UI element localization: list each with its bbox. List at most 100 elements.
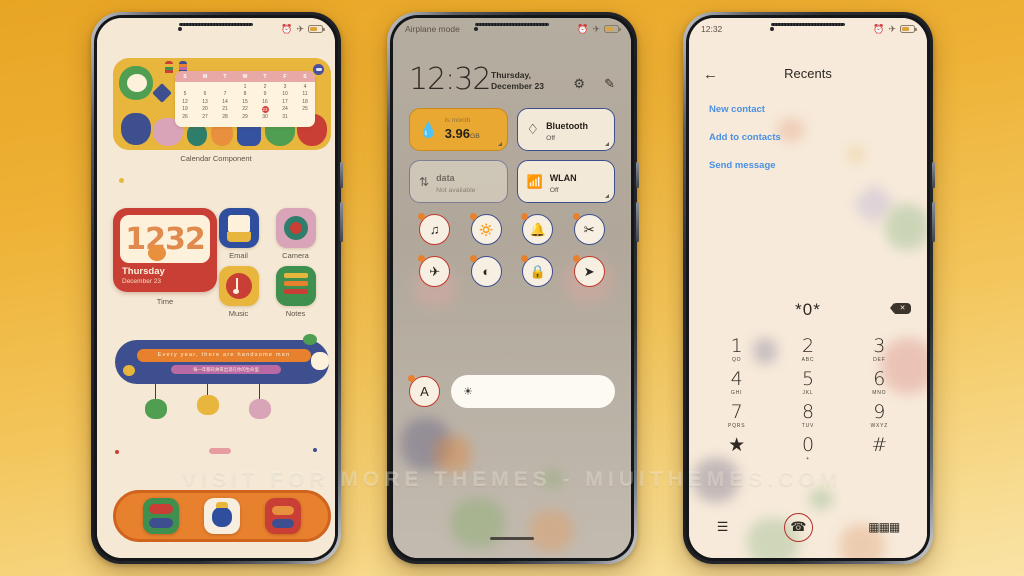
dial-key-4[interactable]: 4 GHI — [701, 369, 772, 397]
dock-browser-icon[interactable] — [265, 498, 302, 534]
dial-key-3[interactable]: 3 DEF — [844, 335, 915, 364]
calendar-day-empty: . — [175, 84, 195, 92]
calendar-day[interactable]: 6 — [195, 91, 215, 99]
calendar-day[interactable]: 22 — [235, 106, 255, 114]
app-music[interactable]: Music — [215, 266, 262, 318]
airplane-toggle[interactable]: ✈ — [418, 255, 451, 287]
calendar-day[interactable]: 25 — [295, 106, 315, 114]
calendar-day[interactable]: 5 — [175, 91, 195, 99]
calendar-day[interactable]: 10 — [275, 91, 295, 99]
send-message-link[interactable]: Send message — [709, 160, 781, 171]
tile-wlan[interactable]: 📶 WLAN Off — [516, 160, 615, 203]
app-notes[interactable]: Notes — [272, 266, 319, 318]
dial-key-1[interactable]: 1 QO — [701, 336, 772, 364]
status-right: ⏰ ✈ — [281, 23, 325, 34]
calendar-day[interactable]: 19 — [175, 106, 195, 114]
calendar-day[interactable]: 20 — [195, 106, 215, 114]
calendar-widget[interactable]: S M T W T F S ...12345678910111213141516… — [113, 58, 331, 150]
phone-call-icon[interactable]: ☎ — [783, 512, 813, 542]
dial-key-0[interactable]: 0 + — [772, 435, 843, 463]
keypad-grid-icon[interactable]: ▦▦▦ — [868, 520, 900, 534]
dark-mode-toggle[interactable]: ◐ — [469, 255, 502, 287]
power-button[interactable] — [636, 162, 639, 188]
calendar-day[interactable]: 27 — [195, 114, 215, 122]
camera-icon — [275, 208, 316, 248]
calendar-day[interactable]: 28 — [215, 114, 235, 122]
tile-corner — [605, 142, 609, 146]
calendar-day[interactable]: 8 — [235, 91, 255, 99]
dock-messages-icon[interactable] — [142, 498, 179, 534]
calendar-day[interactable]: 11 — [295, 91, 315, 99]
calendar-day[interactable]: 4 — [295, 84, 315, 92]
gear-icon[interactable]: ⚙ — [573, 76, 585, 92]
tile-bluetooth[interactable]: ♢ Bluetooth Off — [516, 108, 615, 151]
edit-icon[interactable]: ✎ — [604, 76, 615, 92]
calendar-day[interactable]: 7 — [215, 91, 235, 99]
calendar-day[interactable]: 31 — [275, 114, 295, 122]
time-widget[interactable]: 12 32 Thursday December 23 — [113, 208, 217, 292]
quote-widget[interactable]: Every year, there are handsome men 每一年都有… — [115, 334, 329, 384]
volume-button[interactable] — [340, 202, 343, 242]
calendar-day[interactable]: 17 — [275, 99, 295, 107]
hamburger-menu-icon[interactable]: ☰ — [717, 519, 729, 535]
tile-data-usage[interactable]: 💧 is month 3.96GB — [409, 108, 508, 151]
airplane-icon: ✈ — [296, 23, 304, 34]
backspace-icon[interactable]: ✕ — [890, 303, 911, 314]
volume-button[interactable] — [932, 202, 935, 242]
calendar-day[interactable]: 15 — [235, 99, 255, 107]
calendar-day[interactable]: 2 — [255, 84, 275, 92]
status-bar: 12:32 ⏰ ✈ — [689, 18, 927, 40]
dial-key-2[interactable]: 2 ABC — [772, 336, 843, 364]
calendar-day[interactable]: 1 — [235, 84, 255, 92]
screenshot-icon: ✂ — [583, 221, 595, 237]
power-button[interactable] — [932, 162, 935, 188]
calendar-day[interactable]: 29 — [235, 114, 255, 122]
dial-key-digit: 3 — [873, 335, 886, 357]
dock-gallery-icon[interactable] — [203, 498, 240, 534]
app-camera[interactable]: Camera — [272, 208, 319, 260]
app-email[interactable]: Email — [215, 208, 262, 260]
calendar-day[interactable]: 12 — [175, 99, 195, 107]
calendar-day[interactable]: 30 — [255, 114, 275, 122]
mascot-orange-time — [148, 245, 166, 261]
dial-key-7[interactable]: 7 PQRS — [701, 402, 772, 430]
drag-handle[interactable] — [490, 537, 534, 540]
dial-key-6[interactable]: 6 MNO — [844, 369, 915, 397]
calendar-day[interactable]: 21 — [215, 106, 235, 114]
vibrate-toggle[interactable]: ♫ — [418, 213, 451, 245]
calendar-day[interactable]: 16 — [255, 99, 275, 107]
dial-key-digit: # — [871, 434, 888, 456]
dial-key-★[interactable]: ★ — [701, 435, 772, 462]
lock-toggle[interactable]: 🔒 — [521, 255, 554, 287]
location-toggle[interactable]: ➤ — [572, 255, 605, 287]
add-to-contacts-link[interactable]: Add to contacts — [709, 132, 781, 143]
bell-toggle[interactable]: 🔔 — [521, 213, 554, 245]
calendar-day[interactable]: 13 — [195, 99, 215, 107]
status-bar: ⏰ ✈ — [97, 18, 335, 40]
power-button[interactable] — [340, 162, 343, 188]
calendar-day[interactable]: 23 — [261, 106, 269, 114]
dial-key-5[interactable]: 5 JKL — [772, 369, 843, 397]
calendar-badge — [313, 64, 324, 75]
deco-hearts — [209, 448, 231, 454]
screenshot-toggle[interactable]: ✂ — [572, 213, 605, 245]
dial-key-#[interactable]: # — [844, 435, 915, 462]
auto-brightness-toggle[interactable]: A — [408, 375, 440, 407]
speaker-grille — [771, 23, 845, 26]
dial-key-8[interactable]: 8 TUV — [772, 402, 843, 430]
brightness-slider[interactable]: ☀ — [451, 375, 615, 408]
calendar-day[interactable]: 14 — [215, 99, 235, 107]
calendar-day[interactable]: 24 — [275, 106, 295, 114]
calendar-day[interactable]: 26 — [175, 114, 195, 122]
dial-key-9[interactable]: 9 WXYZ — [844, 402, 915, 430]
flashlight-toggle[interactable]: 🔅 — [469, 213, 502, 245]
calendar-day[interactable]: 18 — [295, 99, 315, 107]
calendar-day[interactable]: 9 — [255, 91, 275, 99]
volume-button[interactable] — [636, 202, 639, 242]
battery-icon — [900, 25, 917, 33]
phone-dialer: 12:32 ⏰ ✈ ← Recents New contact Add to c… — [683, 12, 935, 564]
tile-mobile-data[interactable]: ⇅ data Not available — [409, 160, 508, 203]
weekday: F — [283, 73, 287, 80]
calendar-day[interactable]: 3 — [275, 84, 295, 92]
new-contact-link[interactable]: New contact — [709, 104, 781, 115]
